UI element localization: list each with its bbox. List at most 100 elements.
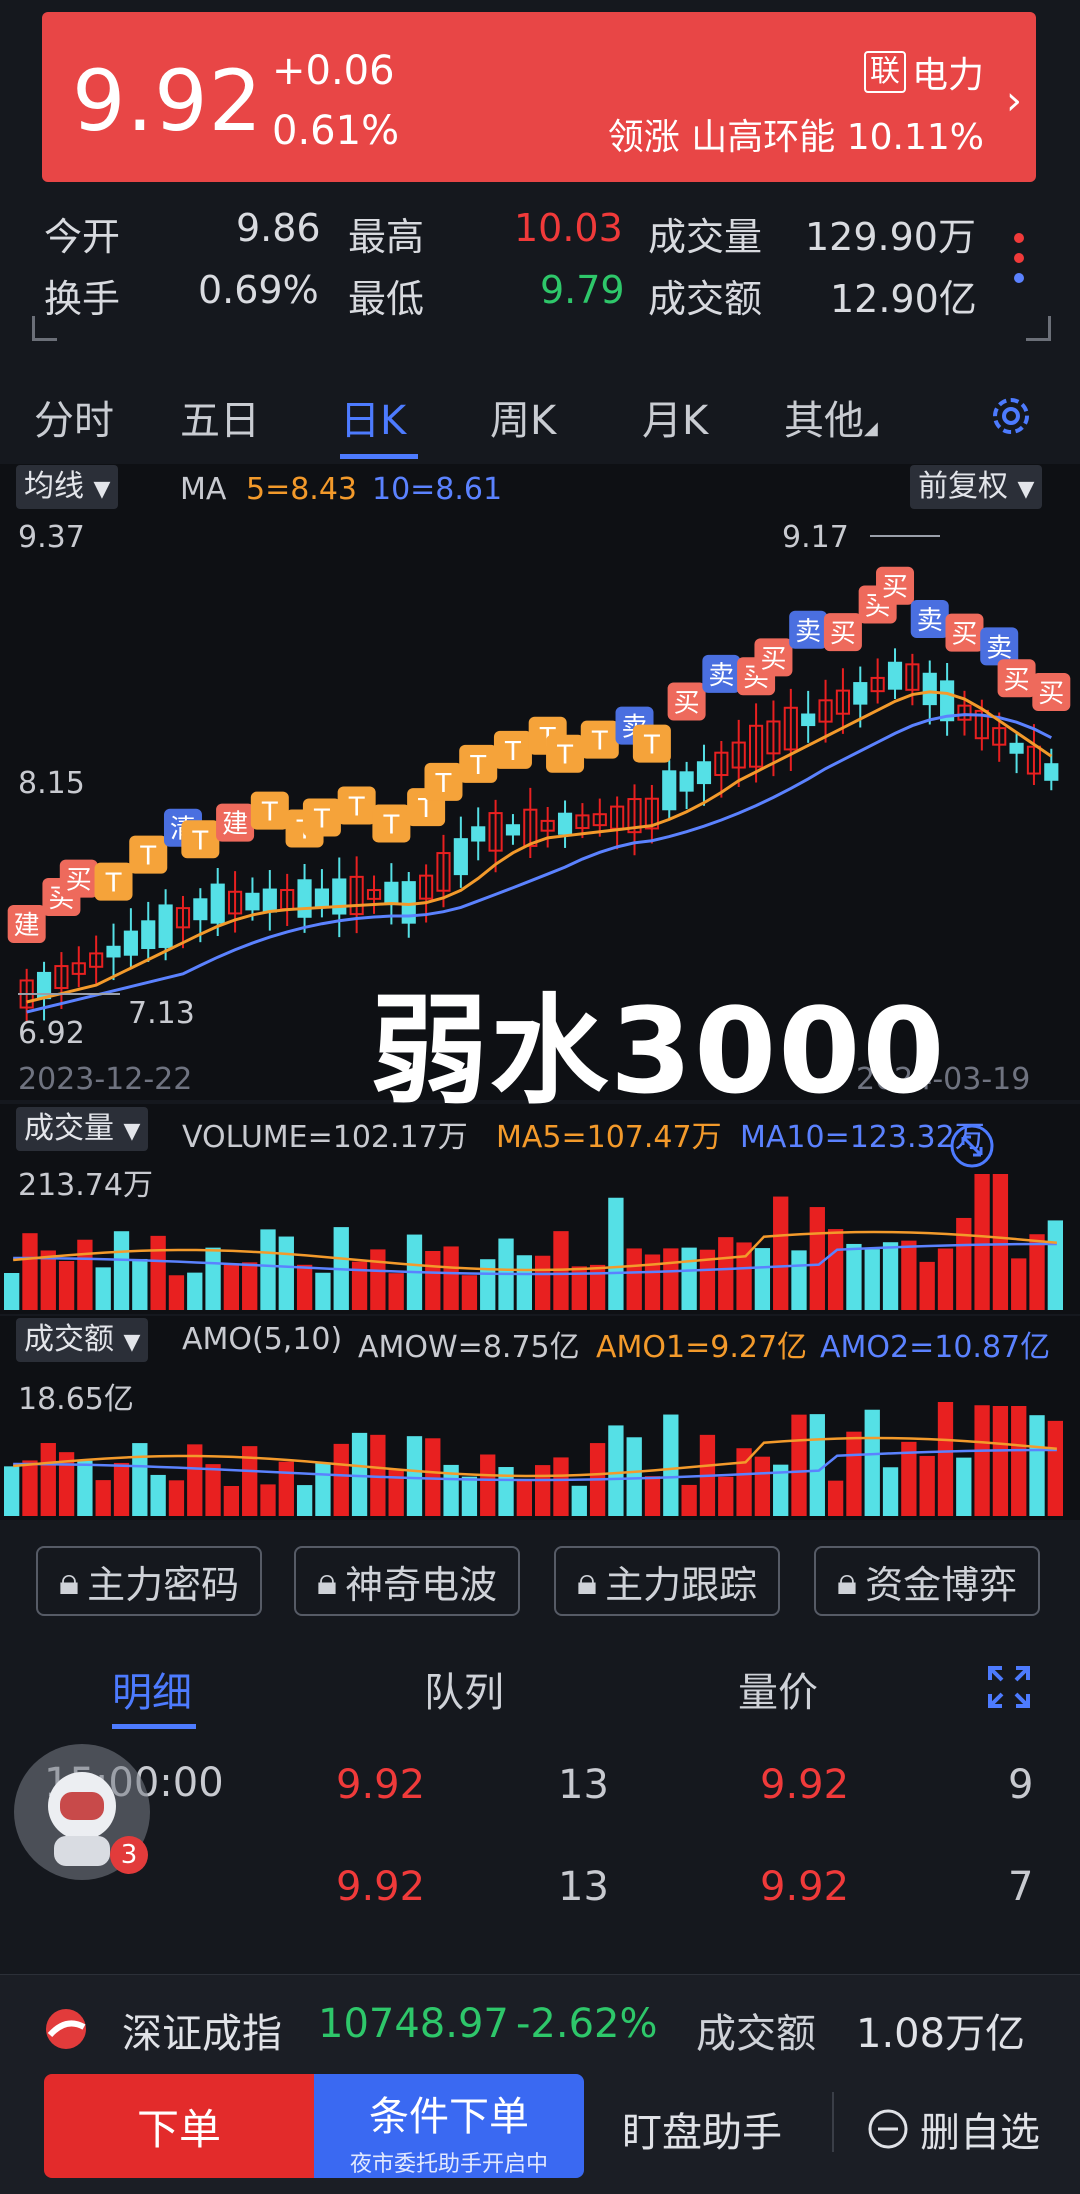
expand-icon[interactable] <box>950 1124 994 1168</box>
trade-volume-2: 9 <box>1008 1762 1034 1808</box>
tab-month-k[interactable]: 月K <box>642 388 708 446</box>
signal-badge: T <box>493 730 532 769</box>
trade-price: 9.92 <box>336 1762 426 1808</box>
index-change-pct: -2.62% <box>516 2001 658 2047</box>
amount-dropdown[interactable]: 成交额 ▼ <box>16 1318 149 1362</box>
volume-bar <box>864 1249 880 1310</box>
candle <box>297 863 312 933</box>
candle <box>887 648 903 699</box>
candle <box>141 901 156 962</box>
signal-label: T <box>591 727 608 757</box>
signal-badge: T <box>580 720 619 759</box>
volume-bar <box>480 1454 496 1516</box>
volume-bar <box>901 1240 917 1310</box>
tab-detail[interactable]: 明细 <box>112 1660 192 1718</box>
ma-label: MA <box>180 472 227 507</box>
watch-assistant-button[interactable]: 盯盘助手 <box>622 2100 782 2158</box>
lock-icon: 🔒︎ <box>576 1558 598 1603</box>
tab-week-k[interactable]: 周K <box>490 388 556 446</box>
feature-fund-game[interactable]: 🔒︎ 资金博弈 <box>814 1546 1040 1616</box>
volume-bar <box>95 1480 111 1516</box>
gear-icon[interactable] <box>985 390 1037 442</box>
volume-bar <box>388 1273 404 1310</box>
signal-badge: 建 <box>216 803 255 842</box>
adjust-dropdown[interactable]: 前复权 ▼ <box>910 465 1043 509</box>
feature-main-force-track[interactable]: 🔒︎ 主力跟踪 <box>554 1546 780 1616</box>
chevron-right-icon[interactable]: › <box>1006 78 1022 124</box>
fullscreen-icon[interactable] <box>986 1664 1032 1710</box>
feature-label: 神奇电波 <box>345 1562 498 1607</box>
candle <box>540 806 555 848</box>
turnover-value: 0.69% <box>198 268 319 312</box>
feature-label: 资金博弈 <box>865 1562 1018 1607</box>
ma-dropdown[interactable]: 均线 ▼ <box>16 465 119 509</box>
tab-intraday[interactable]: 分时 <box>34 388 114 446</box>
sector-link[interactable]: 联 电力 <box>863 46 984 98</box>
volume-bar <box>95 1267 111 1310</box>
assistant-avatar[interactable]: 3 <box>14 1744 150 1880</box>
tab-other[interactable]: 其他◢ <box>784 388 878 446</box>
amount-label: 成交额 <box>648 277 763 321</box>
signal-badge: 买 <box>754 638 793 677</box>
volume-bar <box>644 1476 661 1516</box>
more-dots-icon[interactable] <box>1012 230 1026 286</box>
tab-volume-price[interactable]: 量价 <box>738 1660 818 1718</box>
feature-main-force-code[interactable]: 🔒︎ 主力密码 <box>36 1546 262 1616</box>
volume-bar <box>187 1272 203 1310</box>
volume-bar <box>296 1264 313 1310</box>
sector-leader[interactable]: 领涨 山高环能 10.11% <box>608 108 984 160</box>
volume-bar <box>1011 1406 1027 1516</box>
amount-value: 12.90亿 <box>830 277 977 321</box>
low-value: 9.79 <box>540 268 625 312</box>
candle <box>280 873 295 927</box>
y-axis-bottom: 6.92 <box>18 1016 85 1051</box>
tab-day-k[interactable]: 日K <box>340 388 406 446</box>
volume-bar <box>461 1476 478 1516</box>
volume-dropdown[interactable]: 成交量 ▼ <box>16 1107 149 1151</box>
candle <box>870 658 885 704</box>
amo1-value: AMO1=9.27亿 <box>596 1330 808 1365</box>
sector-badge: 联 <box>863 51 906 93</box>
expand-corner-left <box>32 316 57 341</box>
volume-bar <box>1047 1420 1063 1516</box>
signal-badge: 卖 <box>910 599 949 638</box>
signal-label: 买 <box>674 688 700 718</box>
volume-bar <box>77 1239 93 1310</box>
index-ticker[interactable]: 深证成指 10748.97 -2.62% 成交额 1.08万亿 <box>0 1974 1080 2075</box>
volume-bar <box>754 1456 771 1516</box>
amo-label: AMO(5,10) <box>182 1322 343 1357</box>
trade-volume: 13 <box>558 1762 609 1808</box>
tab-queue[interactable]: 队列 <box>424 1660 504 1718</box>
signal-badge: T <box>546 734 585 773</box>
volume-bar <box>223 1264 240 1310</box>
expand-corner-right <box>1026 316 1051 341</box>
volume-bar <box>315 1462 331 1516</box>
order-button[interactable]: 下单 <box>44 2074 314 2178</box>
volume-value: 129.90万 <box>805 215 976 259</box>
minus-circle-icon <box>868 2109 908 2149</box>
volume-bar <box>718 1476 734 1516</box>
conditional-order-button[interactable]: 条件下单 夜市委托助手开启中 <box>314 2074 584 2178</box>
feature-magic-wave[interactable]: 🔒︎ 神奇电波 <box>294 1546 520 1616</box>
volume-bar <box>1029 1415 1045 1516</box>
ma5-value: 5=8.43 <box>246 472 358 507</box>
signal-label: T <box>435 769 452 799</box>
volume-bar <box>937 1248 954 1310</box>
candle <box>662 760 677 821</box>
volume-bar <box>205 1247 221 1310</box>
signal-label: 买 <box>1004 665 1030 695</box>
amo2-value: AMO2=10.87亿 <box>820 1330 1051 1365</box>
signal-badge: T <box>424 762 463 801</box>
signal-badge: 买 <box>667 682 706 721</box>
volume-value-label: VOLUME=102.17万 <box>182 1120 468 1155</box>
period-high-marker: 9.17 <box>782 520 849 555</box>
watermark-text: 弱水3000 <box>370 982 947 1120</box>
tab-five-day[interactable]: 五日 <box>180 388 260 446</box>
volume-bar <box>516 1480 532 1516</box>
remove-watchlist-button[interactable]: 删自选 <box>866 2100 1040 2158</box>
candle <box>505 814 521 845</box>
volume-bar <box>4 1273 20 1310</box>
candle <box>1026 724 1042 786</box>
leader-name: 山高环能 <box>691 117 836 158</box>
volume-bar <box>406 1436 423 1516</box>
